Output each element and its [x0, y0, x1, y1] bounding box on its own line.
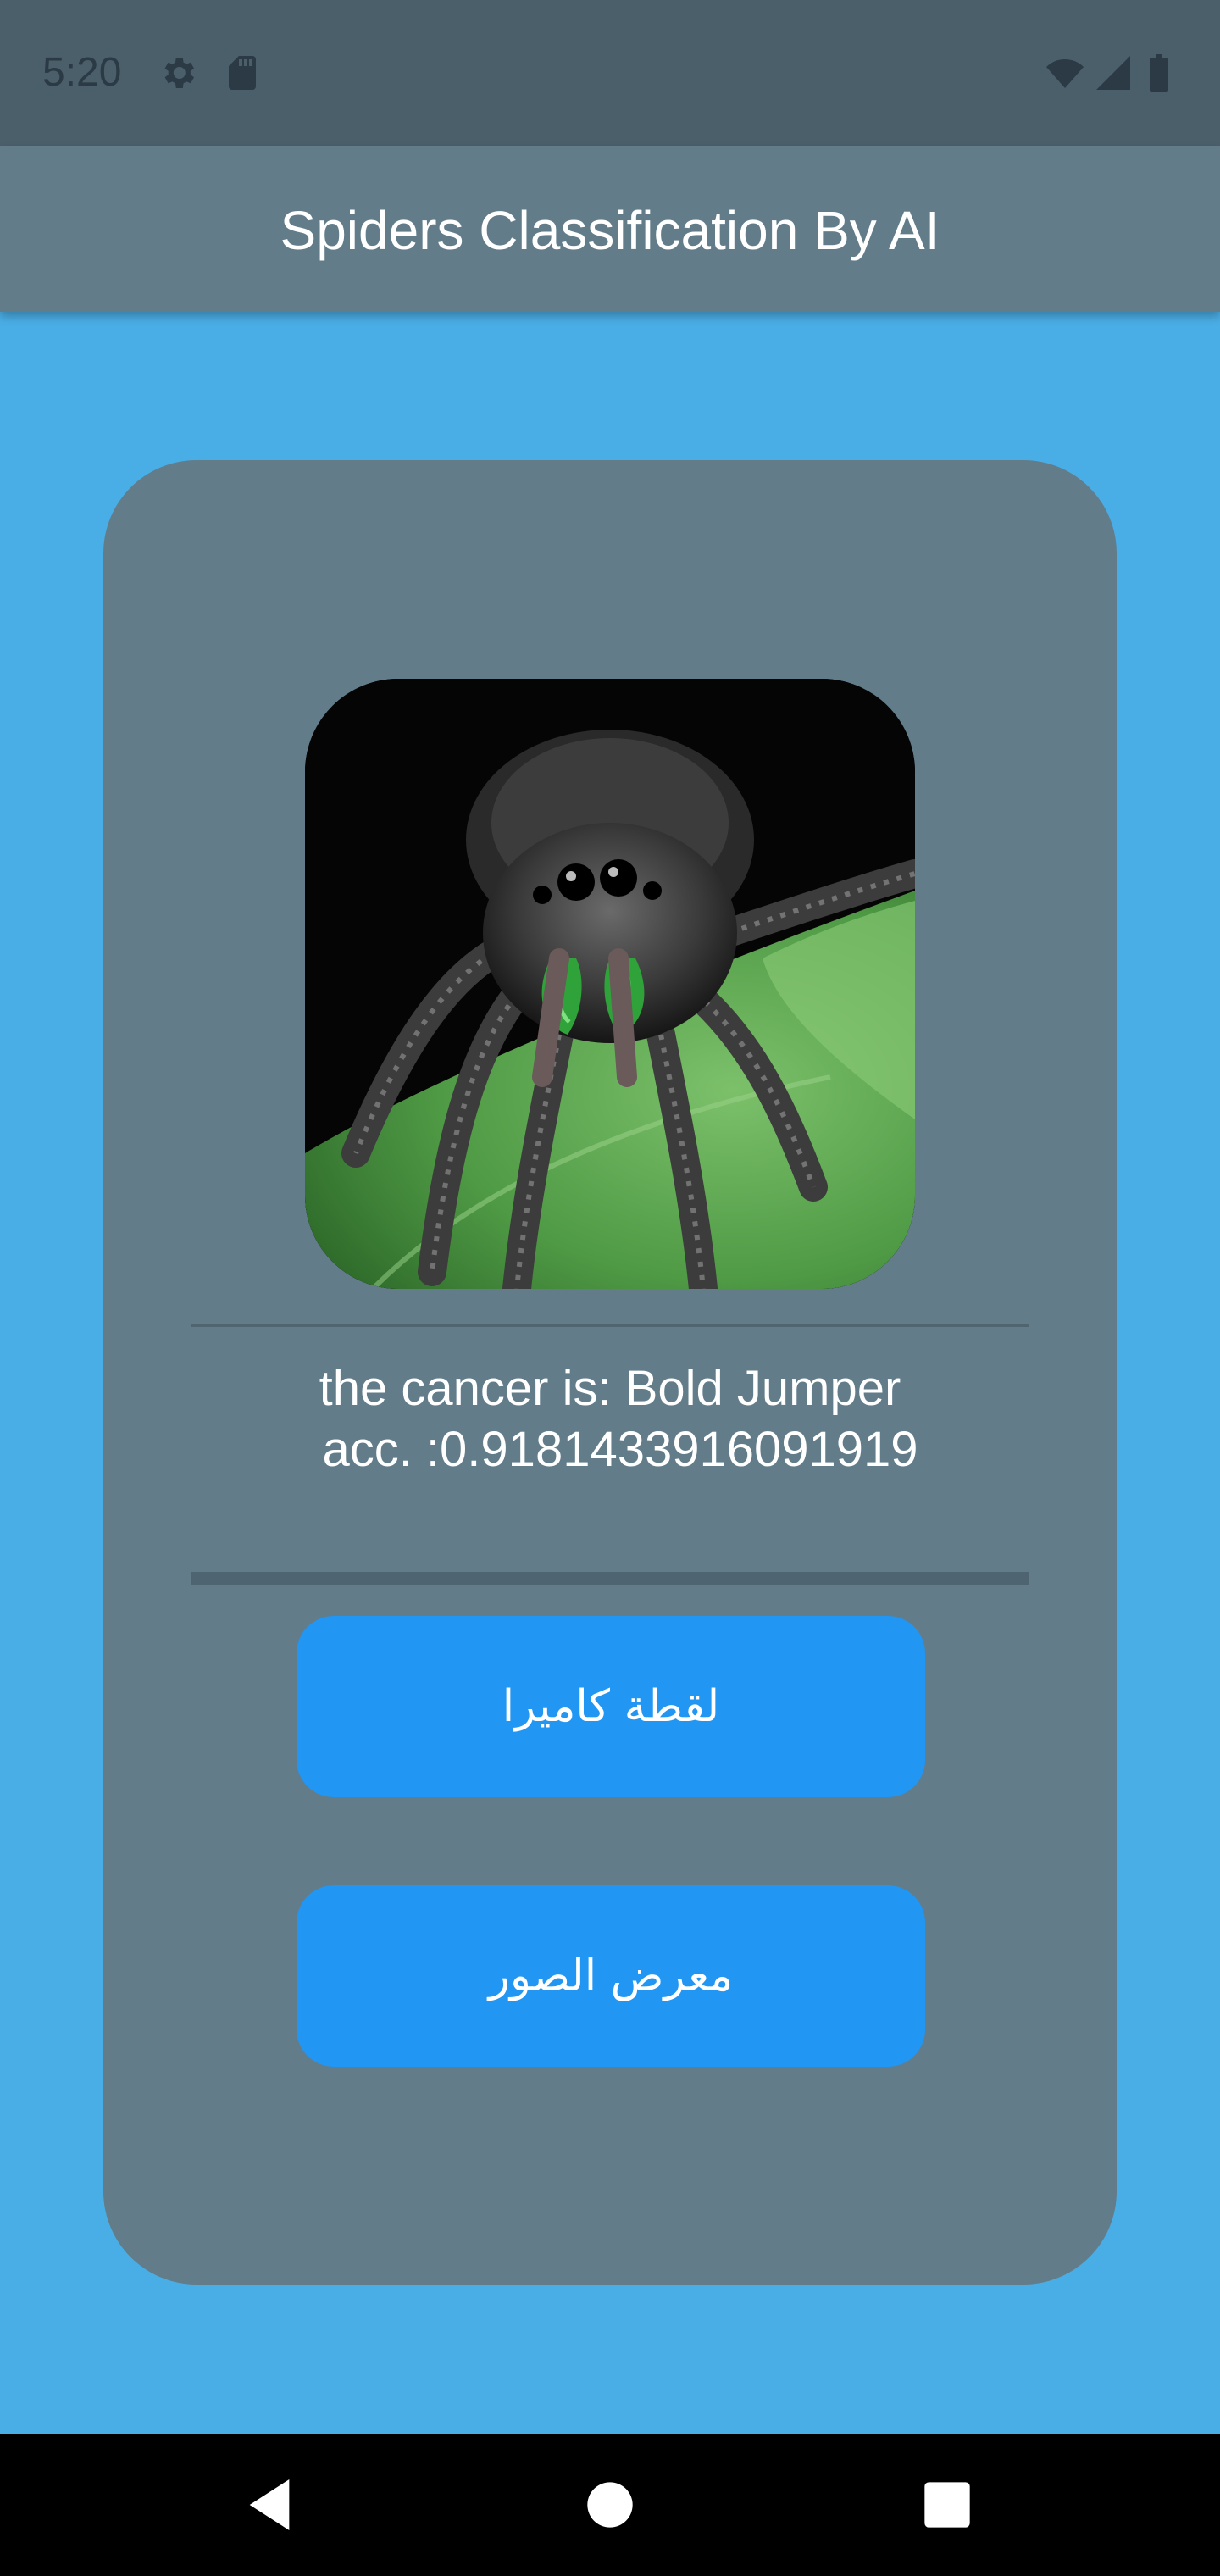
gallery-button[interactable]: معرض الصور [297, 1885, 925, 2067]
status-time: 5:20 [42, 50, 122, 95]
divider-thick [191, 1572, 1029, 1585]
result-accuracy: acc. :0.9181433916091919 [322, 1422, 918, 1477]
home-icon[interactable] [576, 2471, 644, 2539]
camera-button[interactable]: لقطة كاميرا [297, 1616, 925, 1797]
app-bar: Spiders Classification By AI [0, 146, 1220, 312]
recents-icon[interactable] [913, 2471, 981, 2539]
gear-icon [158, 53, 198, 93]
divider [191, 1324, 1029, 1327]
classification-result: the cancer is: Bold Jumper acc. :0.91814… [103, 1358, 1117, 1480]
navigation-bar [0, 2434, 1220, 2576]
wifi-icon [1040, 53, 1090, 93]
sd-card-icon [222, 53, 263, 93]
app-title: Spiders Classification By AI [280, 200, 940, 261]
result-species: the cancer is: Bold Jumper [319, 1361, 901, 1416]
status-bar: 5:20 [0, 0, 1220, 146]
back-icon[interactable] [236, 2471, 303, 2539]
classification-card: the cancer is: Bold Jumper acc. :0.91814… [103, 460, 1117, 2285]
cell-signal-icon [1093, 53, 1134, 93]
spider-image [305, 679, 915, 1289]
battery-icon [1144, 53, 1174, 93]
spider-illustration [305, 679, 915, 1289]
